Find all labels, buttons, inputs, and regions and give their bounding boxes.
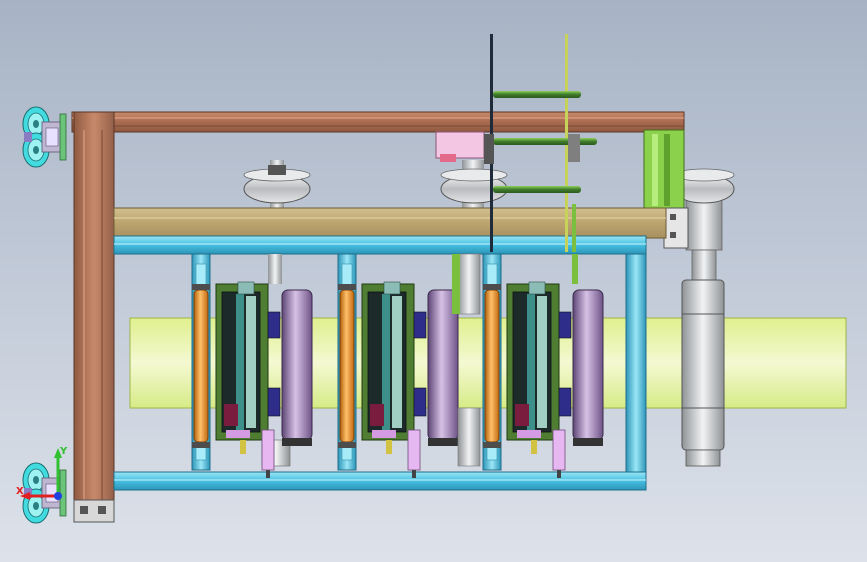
top-frame-beam [71, 111, 685, 133]
center-pulley [440, 160, 508, 210]
triad-x-label: X [16, 486, 24, 497]
right-cyan-post [625, 253, 647, 473]
station-1[interactable] [191, 253, 313, 479]
station-2[interactable] [337, 253, 459, 479]
left-frame-post [73, 111, 115, 523]
triad-y-label: Y [59, 446, 68, 457]
left-pulley [243, 160, 311, 210]
cad-viewport[interactable]: Y X [0, 0, 867, 562]
caster-wheel-top [22, 106, 67, 168]
lower-cyan-rail [113, 471, 647, 491]
tan-crossbeam [113, 207, 667, 239]
